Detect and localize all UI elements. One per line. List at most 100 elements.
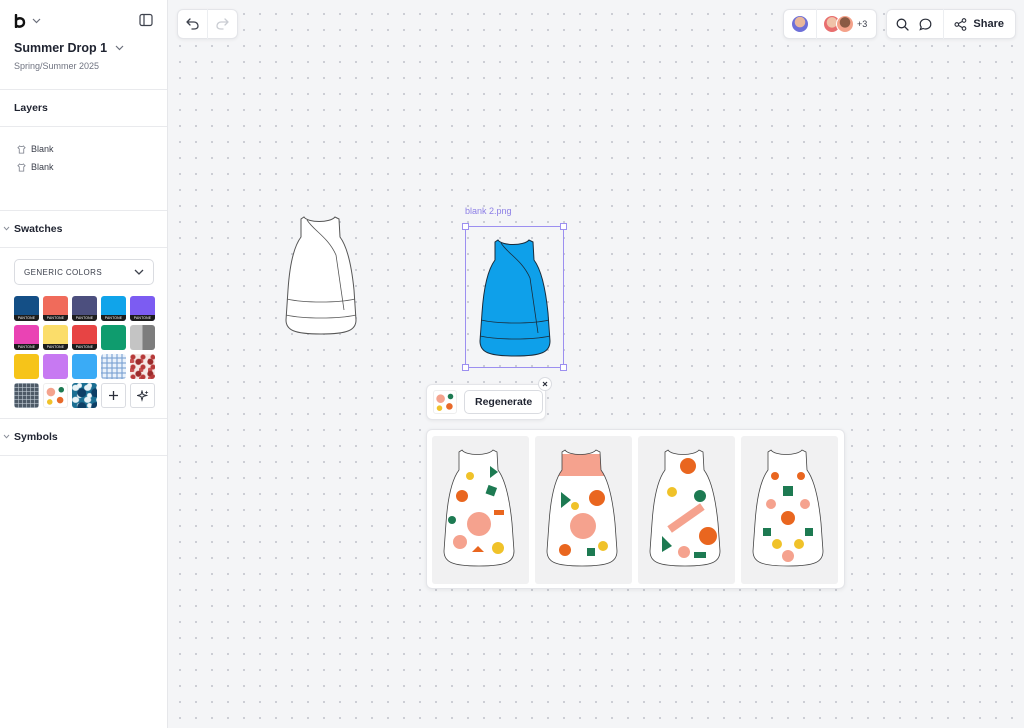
avatar (836, 15, 854, 33)
garment-icon (17, 144, 26, 154)
pantone-tag: PANTONE (72, 315, 97, 321)
resize-handle[interactable] (462, 223, 469, 230)
plus-icon (109, 391, 118, 400)
swatches-heading[interactable]: Swatches (0, 211, 167, 248)
swatch-pantone[interactable]: PANTONE (43, 325, 68, 350)
swatch-color[interactable] (14, 354, 39, 379)
swatch-camo-pattern[interactable] (72, 383, 97, 408)
layers-heading-text: Layers (14, 102, 48, 114)
swatch-abstract-pattern[interactable] (43, 383, 68, 408)
comments-button[interactable] (914, 9, 937, 39)
current-user[interactable] (784, 9, 817, 39)
swatch-pantone[interactable]: PANTONE (101, 296, 126, 321)
actions-bar: Share (886, 9, 1016, 39)
search-icon (896, 18, 909, 31)
swatch-pantone[interactable]: PANTONE (130, 296, 155, 321)
variant-garment (443, 449, 515, 567)
regenerate-button[interactable]: Regenerate (464, 390, 544, 414)
project-title[interactable]: Summer Drop 1 (14, 41, 124, 55)
variant-card[interactable] (432, 436, 529, 584)
sparkle-icon (136, 389, 148, 402)
variant-garment (752, 449, 824, 567)
layers-list: Blank Blank (0, 127, 167, 211)
selected-filename: blank 2.png (465, 206, 512, 216)
swatch-color[interactable] (43, 354, 68, 379)
pantone-tag: PANTONE (130, 315, 155, 321)
swatch-pantone[interactable]: PANTONE (14, 325, 39, 350)
app-menu[interactable] (14, 14, 41, 28)
layer-label: Blank (31, 144, 54, 154)
b-logo-icon (14, 14, 26, 28)
regenerate-popover: Regenerate (426, 384, 546, 420)
color-library-dropdown[interactable]: GENERIC COLORS (14, 259, 154, 285)
color-library-value: GENERIC COLORS (24, 267, 103, 277)
layer-label: Blank (31, 162, 54, 172)
variant-garment (649, 449, 721, 567)
add-swatch-button[interactable] (101, 383, 126, 408)
swatch-gingham-pattern[interactable] (101, 354, 126, 379)
swatch-color[interactable] (101, 325, 126, 350)
garment-icon (17, 162, 26, 172)
ai-swatch-button[interactable] (130, 383, 155, 408)
swatch-floral-pattern[interactable] (130, 354, 155, 379)
regenerate-label: Regenerate (475, 396, 533, 408)
collaborator-avatars[interactable]: +3 (817, 15, 867, 33)
close-popover-button[interactable] (538, 377, 552, 391)
variant-card[interactable] (638, 436, 735, 584)
symbols-heading[interactable]: Symbols (0, 419, 167, 456)
collaborator-count: +3 (857, 19, 868, 29)
resize-handle[interactable] (560, 223, 567, 230)
swatch-color[interactable] (130, 325, 155, 350)
chevron-down-icon (3, 226, 10, 231)
resize-handle[interactable] (560, 364, 567, 371)
share-label: Share (973, 18, 1004, 30)
pantone-tag: PANTONE (72, 344, 97, 350)
applied-pattern-thumbnail[interactable] (433, 390, 457, 414)
pantone-tag: PANTONE (43, 344, 68, 350)
resize-handle[interactable] (462, 364, 469, 371)
redo-icon (216, 18, 229, 30)
chevron-down-icon (115, 45, 124, 51)
chevron-down-icon (32, 18, 41, 24)
pantone-tag: PANTONE (14, 315, 39, 321)
swatch-pantone[interactable]: PANTONE (43, 296, 68, 321)
left-sidebar: Summer Drop 1 Spring/Summer 2025 Layers … (0, 0, 168, 728)
history-toolbar (177, 9, 238, 39)
swatch-pantone[interactable]: PANTONE (72, 325, 97, 350)
blue-garment (479, 239, 551, 357)
swatches-panel: GENERIC COLORS PANTONE PANTONE PANTONE P… (0, 248, 167, 419)
blank-garment-outline[interactable] (284, 215, 358, 337)
symbols-heading-text: Symbols (14, 431, 58, 443)
search-button[interactable] (891, 9, 914, 39)
chevron-down-icon (3, 434, 10, 439)
variant-card[interactable] (535, 436, 632, 584)
selection-box[interactable] (462, 223, 567, 371)
variant-card[interactable] (741, 436, 838, 584)
swatch-color[interactable] (72, 354, 97, 379)
swatch-grid: PANTONE PANTONE PANTONE PANTONE PANTONE … (14, 296, 155, 408)
swatches-heading-text: Swatches (14, 223, 63, 235)
undo-button[interactable] (178, 9, 207, 39)
project-subtitle: Spring/Summer 2025 (14, 61, 100, 71)
close-icon (542, 381, 548, 387)
swatch-plaid-pattern[interactable] (14, 383, 39, 408)
variant-garment (546, 449, 618, 567)
comment-icon (918, 18, 932, 31)
redo-button[interactable] (208, 9, 237, 39)
chevron-down-icon (134, 269, 144, 275)
layer-item[interactable]: Blank (0, 158, 167, 176)
undo-icon (186, 18, 199, 30)
layer-item[interactable]: Blank (0, 140, 167, 158)
swatch-pantone[interactable]: PANTONE (72, 296, 97, 321)
project-title-text: Summer Drop 1 (14, 41, 108, 55)
collaborators-bar: +3 (783, 9, 877, 39)
share-icon (954, 17, 967, 31)
design-canvas[interactable]: +3 Share blank 2.png Regenerate (168, 0, 1024, 728)
sidebar-header: Summer Drop 1 Spring/Summer 2025 (0, 0, 167, 90)
layers-heading: Layers (0, 90, 167, 127)
share-button[interactable]: Share (943, 9, 1015, 39)
pantone-tag: PANTONE (14, 344, 39, 350)
swatch-pantone[interactable]: PANTONE (14, 296, 39, 321)
avatar (791, 15, 809, 33)
panel-toggle-icon[interactable] (139, 13, 155, 29)
